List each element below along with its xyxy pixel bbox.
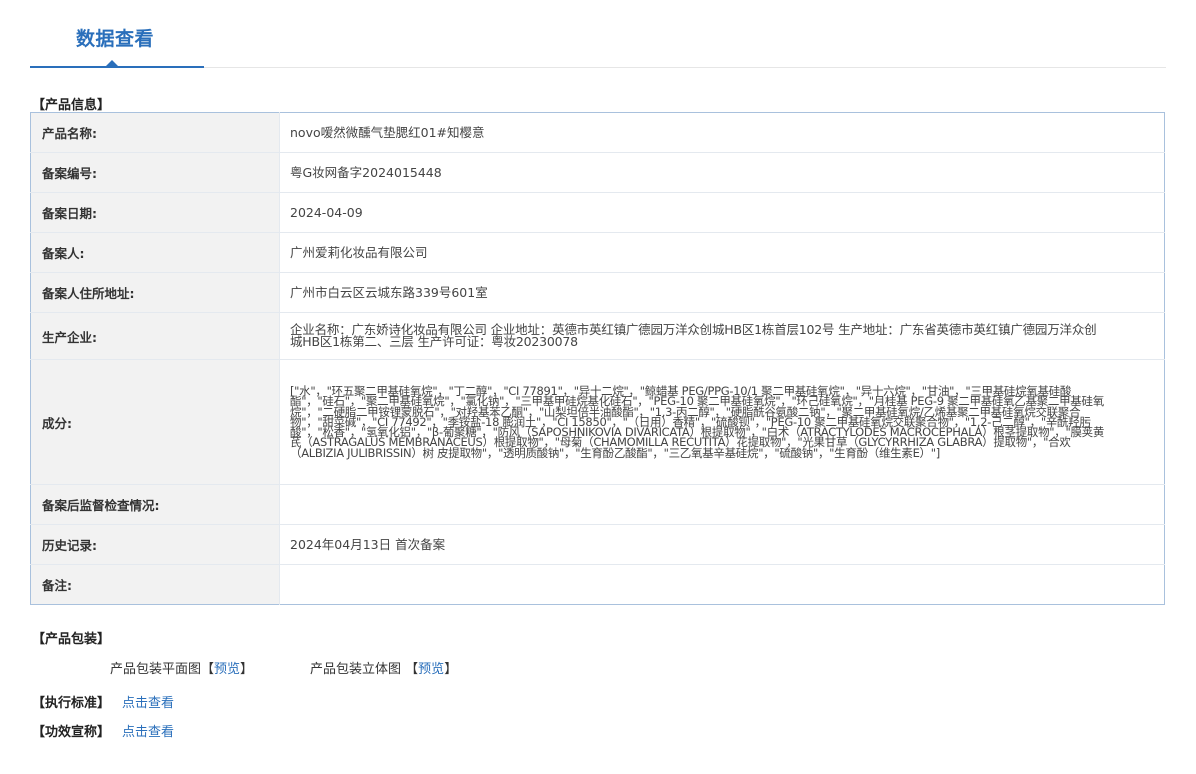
page-header: 数据查看 <box>30 0 1166 68</box>
ingredients-value: ["水"，"环五聚二甲基硅氧烷"，"丁二醇"，"CI 77891"，"异十二烷"… <box>279 359 1165 485</box>
row-label: 备案日期: <box>30 192 280 233</box>
table-row: 产品名称: novo嗳然微醺气垫腮红01#知樱意 <box>30 112 1165 153</box>
row-label: 备注: <box>30 564 280 605</box>
package-flat-item: 产品包装平面图【预览】 <box>110 658 253 677</box>
table-row: 备案人: 广州爱莉化妆品有限公司 <box>30 232 1165 273</box>
product-info-table: 产品名称: novo嗳然微醺气垫腮红01#知樱意 备案编号: 粤G妆网备字202… <box>30 112 1165 605</box>
packaging-title: 【产品包装】 <box>32 632 111 647</box>
table-row: 生产企业: 企业名称：广东娇诗化妆品有限公司 企业地址：英德市英红镇广德园万洋众… <box>30 312 1165 360</box>
table-row: 备案后监督检查情况: <box>30 484 1165 525</box>
row-label: 产品名称: <box>30 112 280 153</box>
bracket-open: 【 <box>405 662 419 677</box>
standards-tag: 【执行标准】 <box>32 696 111 711</box>
row-label: 备案编号: <box>30 152 280 193</box>
tab-label: 数据查看 <box>76 28 155 50</box>
table-row: 备注: <box>30 564 1165 605</box>
product-info-title: 【产品信息】 <box>32 98 111 113</box>
row-label: 成分: <box>30 359 280 485</box>
table-row: 备案编号: 粤G妆网备字2024015448 <box>30 152 1165 193</box>
package-flat-preview-link[interactable]: 预览 <box>214 662 240 677</box>
row-label: 备案人住所地址: <box>30 272 280 313</box>
standards-view-link[interactable]: 点击查看 <box>122 696 174 711</box>
bracket-close: 】 <box>444 662 458 677</box>
registration-number-value: 粤G妆网备字2024015448 <box>279 152 1165 193</box>
efficacy-tag: 【功效宣称】 <box>32 725 111 740</box>
efficacy-row: 【功效宣称】 点击查看 <box>32 721 174 740</box>
registration-date-value: 2024-04-09 <box>279 192 1165 233</box>
manufacturer-value: 企业名称：广东娇诗化妆品有限公司 企业地址：英德市英红镇广德园万洋众创城HB区1… <box>279 312 1165 360</box>
table-row: 备案人住所地址: 广州市白云区云城东路339号601室 <box>30 272 1165 313</box>
package-flat-label: 产品包装平面图 <box>110 662 202 677</box>
row-label: 历史记录: <box>30 524 280 565</box>
table-row: 历史记录: 2024年04月13日 首次备案 <box>30 524 1165 565</box>
row-label: 备案后监督检查情况: <box>30 484 280 525</box>
package-stereo-preview-link[interactable]: 预览 <box>418 662 444 677</box>
registrant-value: 广州爱莉化妆品有限公司 <box>279 232 1165 273</box>
bracket-open: 【 <box>201 662 215 677</box>
row-label: 生产企业: <box>30 312 280 360</box>
remarks-value <box>280 565 1165 605</box>
tab-data-view[interactable]: 数据查看 <box>30 0 204 68</box>
tab-caret-icon <box>106 60 118 66</box>
table-row: 备案日期: 2024-04-09 <box>30 192 1165 233</box>
product-name-value: novo嗳然微醺气垫腮红01#知樱意 <box>279 112 1165 153</box>
registrant-address-value: 广州市白云区云城东路339号601室 <box>279 272 1165 313</box>
row-label: 备案人: <box>30 232 280 273</box>
supervision-value <box>279 484 1165 525</box>
bracket-close: 】 <box>240 662 254 677</box>
history-value: 2024年04月13日 首次备案 <box>279 524 1165 565</box>
standards-row: 【执行标准】 点击查看 <box>32 692 174 711</box>
package-stereo-item: 产品包装立体图 【预览】 <box>310 658 457 677</box>
table-row: 成分: ["水"，"环五聚二甲基硅氧烷"，"丁二醇"，"CI 77891"，"异… <box>30 359 1165 485</box>
efficacy-view-link[interactable]: 点击查看 <box>122 725 174 740</box>
package-stereo-label: 产品包装立体图 <box>310 662 402 677</box>
